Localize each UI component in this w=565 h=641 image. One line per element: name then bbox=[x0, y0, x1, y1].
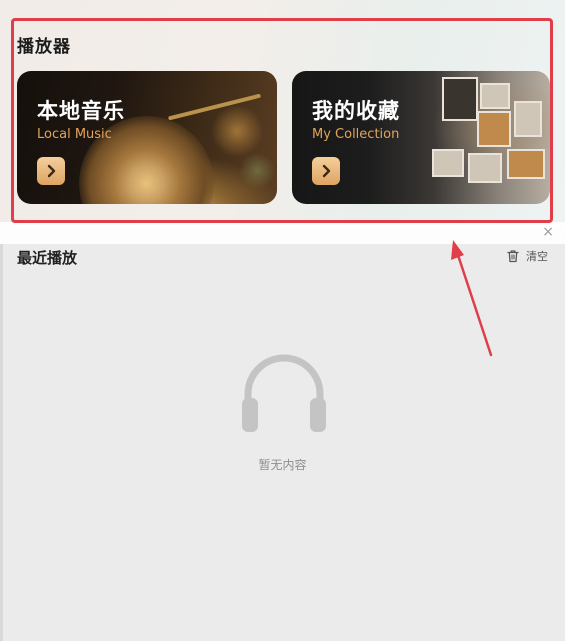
obscured-toolbar: × bbox=[0, 222, 565, 244]
my-collection-title: 我的收藏 bbox=[312, 99, 400, 123]
local-music-open-button[interactable] bbox=[37, 157, 65, 185]
trash-icon bbox=[507, 250, 519, 263]
wall-photo-image bbox=[480, 83, 510, 109]
my-collection-open-button[interactable] bbox=[312, 157, 340, 185]
recent-title: 最近播放 bbox=[17, 249, 78, 267]
clear-button[interactable]: 清空 bbox=[506, 248, 548, 264]
chevron-right-icon bbox=[322, 164, 331, 178]
player-section: 播放器 本地音乐 Local Music 我的收藏 My Collection bbox=[0, 0, 565, 229]
headphones-icon bbox=[242, 354, 326, 432]
wall-photo-image bbox=[432, 149, 464, 177]
local-music-title: 本地音乐 bbox=[37, 99, 125, 123]
empty-state-text: 暂无内容 bbox=[258, 458, 307, 472]
local-music-subtitle: Local Music bbox=[37, 127, 112, 142]
chevron-right-icon bbox=[47, 164, 56, 178]
my-collection-subtitle: My Collection bbox=[312, 127, 400, 142]
wall-photo-image bbox=[442, 77, 478, 121]
wall-photo-image bbox=[468, 153, 502, 183]
local-music-card[interactable]: 本地音乐 Local Music bbox=[17, 71, 277, 204]
my-collection-card[interactable]: 我的收藏 My Collection bbox=[292, 71, 550, 204]
tonearm-image bbox=[167, 93, 262, 121]
window-edge bbox=[0, 244, 3, 641]
clear-label: 清空 bbox=[526, 250, 548, 263]
player-title: 播放器 bbox=[17, 37, 71, 57]
wall-photo-image bbox=[507, 149, 545, 179]
wall-photo-image bbox=[514, 101, 542, 137]
close-icon[interactable]: × bbox=[542, 224, 554, 240]
wall-photo-image bbox=[477, 111, 511, 147]
